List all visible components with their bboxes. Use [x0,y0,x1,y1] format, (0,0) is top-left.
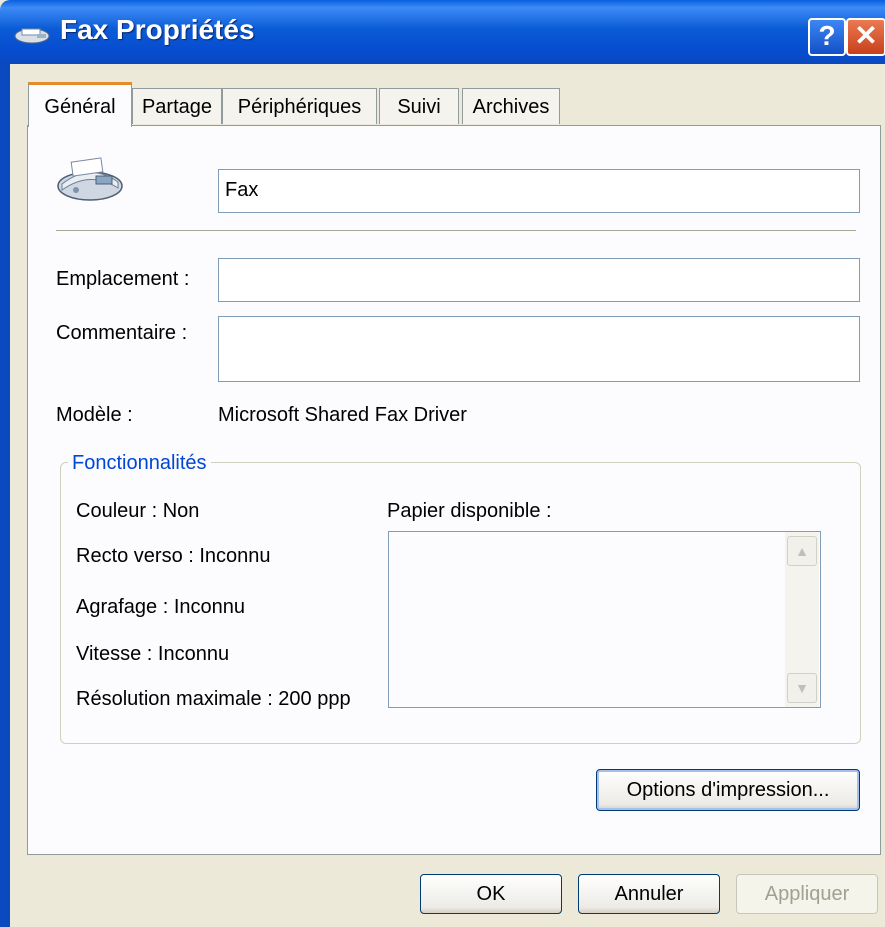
print-options-button[interactable]: Options d'impression... [596,769,860,811]
tab-archives[interactable]: Archives [462,88,560,124]
window-frame-left [0,64,10,927]
paper-listbox[interactable]: ▲ ▼ [388,531,821,708]
scroll-up-icon[interactable]: ▲ [787,536,817,566]
paper-scrollbar[interactable]: ▲ ▼ [785,532,819,707]
window-title: Fax Propriétés [60,14,255,45]
tab-general[interactable]: Général [28,82,132,127]
title-bar[interactable]: Fax Propriétés ? ✕ [0,0,885,64]
location-input[interactable] [218,258,860,302]
fax-properties-window: Fax Propriétés ? ✕ Général Partage Périp… [0,0,885,927]
comment-label: Commentaire : [56,322,188,344]
printer-name-input[interactable]: Fax [218,169,860,213]
separator [56,230,856,234]
feature-color: Couleur : Non [76,500,200,522]
model-value: Microsoft Shared Fax Driver [218,404,467,426]
feature-resolution: Résolution maximale : 200 ppp [76,688,351,710]
tab-sharing[interactable]: Partage [132,88,222,124]
features-title: Fonctionnalités [68,452,211,475]
comment-textarea[interactable] [218,316,860,382]
location-label: Emplacement : [56,268,190,290]
apply-button[interactable]: Appliquer [736,874,878,914]
cancel-button[interactable]: Annuler [578,874,720,914]
tab-devices[interactable]: Périphériques [222,88,377,124]
scroll-down-icon[interactable]: ▼ [787,673,817,703]
feature-duplex: Recto verso : Inconnu [76,545,271,567]
paper-label: Papier disponible : [387,500,552,522]
ok-button[interactable]: OK [420,874,562,914]
feature-speed: Vitesse : Inconnu [76,643,230,665]
fax-icon [14,28,50,44]
model-label: Modèle : [56,404,133,426]
close-button[interactable]: ✕ [846,18,885,56]
tab-tracking[interactable]: Suivi [379,88,459,124]
fax-machine-icon [57,157,123,201]
help-button[interactable]: ? [808,18,846,56]
feature-staple: Agrafage : Inconnu [76,596,246,618]
